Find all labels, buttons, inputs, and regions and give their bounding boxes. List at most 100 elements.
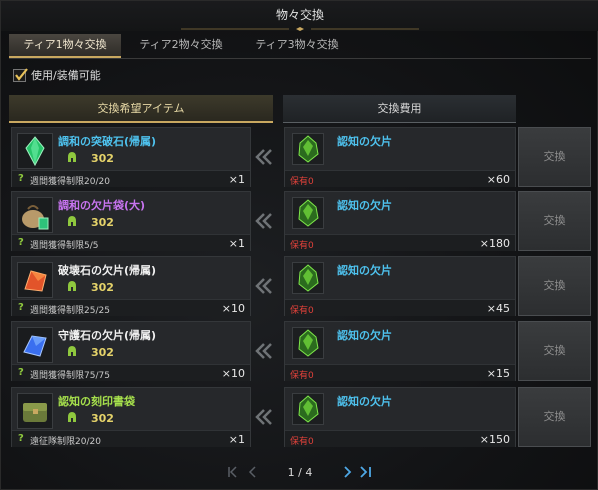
first-page-icon[interactable] [227, 466, 242, 478]
cost-item-footer: 保有0 ×180 [285, 234, 515, 251]
cost-item-name: 認知の欠片 [337, 199, 392, 212]
green-shard-icon [292, 262, 324, 294]
page-indicator: 1 / 4 [287, 465, 313, 479]
help-icon[interactable]: ? [18, 302, 24, 313]
cost-item-cell[interactable]: 認知の欠片 保有0 ×15 [284, 321, 516, 381]
cost-item-name: 認知の欠片 [337, 395, 392, 408]
prev-page-icon[interactable] [248, 466, 258, 478]
currency: 302 [67, 215, 114, 230]
helmet-icon [67, 280, 77, 295]
currency-value: 302 [91, 412, 114, 425]
exchange-button[interactable]: 交換 [518, 256, 591, 316]
wanted-item-qty: ×10 [221, 367, 245, 380]
wanted-item-footer: ? 遠征隊制限20/20 ×1 [12, 430, 250, 447]
currency-value: 302 [91, 216, 114, 229]
cost-item-footer: 保有0 ×150 [285, 430, 515, 447]
exchange-button[interactable]: 交換 [518, 191, 591, 251]
wanted-item-footer: ? 週間獲得制限20/20 ×1 [12, 170, 250, 187]
cost-item-cell[interactable]: 認知の欠片 保有0 ×180 [284, 191, 516, 251]
exchange-button[interactable]: 交換 [518, 321, 591, 381]
blue-gem-icon [17, 327, 53, 363]
cost-item-footer: 保有0 ×15 [285, 364, 515, 381]
owned-count: 保有0 [290, 371, 314, 381]
wanted-item-cell[interactable]: 認知の刻印書袋 302 ? 遠征隊制限20/20 ×1 [11, 387, 251, 447]
last-page-icon[interactable] [358, 466, 372, 478]
helmet-icon [67, 215, 77, 230]
red-gem-icon [17, 262, 53, 298]
checkmark-icon [15, 67, 28, 81]
exchange-row: 認知の刻印書袋 302 ? 遠征隊制限20/20 ×1 認知の欠片 保有0 ×1… [9, 387, 591, 447]
help-icon[interactable]: ? [18, 433, 24, 444]
cost-item-footer: 保有0 ×60 [285, 170, 515, 187]
green-shard-icon [292, 133, 324, 165]
acquisition-limit: 遠征隊制限20/20 [30, 437, 101, 447]
wanted-item-qty: ×1 [228, 433, 245, 446]
exchange-button[interactable]: 交換 [518, 127, 591, 187]
owned-count: 保有0 [290, 437, 314, 447]
helmet-icon [67, 345, 77, 360]
helmet-icon [67, 151, 77, 166]
currency-value: 302 [91, 281, 114, 294]
cost-item-name: 認知の欠片 [337, 264, 392, 277]
cost-qty: ×60 [486, 173, 510, 186]
exchange-button[interactable]: 交換 [518, 387, 591, 447]
double-chevron-left-icon [255, 343, 272, 359]
prev-nav [227, 466, 258, 478]
double-chevron-left-icon [255, 409, 272, 425]
currency-value: 302 [91, 346, 114, 359]
tab-divider [9, 58, 591, 59]
barter-window: 物々交換 ティア1物々交換 ティア2物々交換 ティア3物々交換 使用/装備可能 … [0, 0, 598, 490]
cost-item-cell[interactable]: 認知の欠片 保有0 ×60 [284, 127, 516, 187]
wanted-item-cell[interactable]: 破壊石の欠片(帰属) 302 ? 週間獲得制限25/25 ×10 [11, 256, 251, 316]
usable-filter[interactable]: 使用/装備可能 [13, 67, 101, 83]
acquisition-limit: 週間獲得制限75/75 [30, 371, 110, 381]
wanted-item-qty: ×1 [228, 237, 245, 250]
tab-tier2[interactable]: ティア2物々交換 [125, 34, 237, 58]
cost-item-name: 認知の欠片 [337, 135, 392, 148]
wanted-item-name: 調和の欠片袋(大) [58, 199, 146, 212]
acquisition-limit: 週間獲得制限20/20 [30, 177, 110, 187]
bag-icon [17, 197, 53, 233]
cost-item-cell[interactable]: 認知の欠片 保有0 ×45 [284, 256, 516, 316]
help-icon[interactable]: ? [18, 367, 24, 378]
currency: 302 [67, 345, 114, 360]
usable-filter-label: 使用/装備可能 [31, 69, 101, 82]
owned-count: 保有0 [290, 177, 314, 187]
green-shard-icon [292, 393, 324, 425]
double-chevron-left-icon [255, 149, 272, 165]
double-chevron-left-icon [255, 213, 272, 229]
exchange-row: 破壊石の欠片(帰属) 302 ? 週間獲得制限25/25 ×10 認知の欠片 保… [9, 256, 591, 316]
wanted-item-qty: ×10 [221, 302, 245, 315]
exchange-row: 守護石の欠片(帰属) 302 ? 週間獲得制限75/75 ×10 認知の欠片 保… [9, 321, 591, 381]
usable-checkbox[interactable] [13, 67, 28, 82]
wanted-item-name: 調和の突破石(帰属) [58, 135, 157, 148]
tab-tier1[interactable]: ティア1物々交換 [9, 34, 121, 58]
currency-value: 302 [91, 152, 114, 165]
green-shard-icon [292, 197, 324, 229]
wanted-item-cell[interactable]: 調和の突破石(帰属) 302 ? 週間獲得制限20/20 ×1 [11, 127, 251, 187]
wanted-item-footer: ? 週間獲得制限75/75 ×10 [12, 364, 250, 381]
help-icon[interactable]: ? [18, 173, 24, 184]
tab-tier3[interactable]: ティア3物々交換 [241, 34, 353, 58]
tab-bar: ティア1物々交換 ティア2物々交換 ティア3物々交換 [9, 34, 357, 58]
cost-item-cell[interactable]: 認知の欠片 保有0 ×150 [284, 387, 516, 447]
help-icon[interactable]: ? [18, 237, 24, 248]
owned-count: 保有0 [290, 241, 314, 251]
next-page-icon[interactable] [342, 466, 352, 478]
wanted-item-name: 破壊石の欠片(帰属) [58, 264, 157, 277]
cost-item-name: 認知の欠片 [337, 329, 392, 342]
exchange-row: 調和の欠片袋(大) 302 ? 週間獲得制限5/5 ×1 認知の欠片 保有0 ×… [9, 191, 591, 251]
acquisition-limit: 週間獲得制限25/25 [30, 306, 110, 316]
wanted-item-cell[interactable]: 調和の欠片袋(大) 302 ? 週間獲得制限5/5 ×1 [11, 191, 251, 251]
currency: 302 [67, 280, 114, 295]
helmet-icon [67, 411, 77, 426]
wanted-item-qty: ×1 [228, 173, 245, 186]
green-shard-icon [292, 327, 324, 359]
cost-qty: ×150 [479, 433, 510, 446]
currency: 302 [67, 151, 114, 166]
title-ornament [181, 27, 419, 31]
wanted-item-name: 認知の刻印書袋 [58, 395, 135, 408]
wanted-item-cell[interactable]: 守護石の欠片(帰属) 302 ? 週間獲得制限75/75 ×10 [11, 321, 251, 381]
next-nav [342, 466, 372, 478]
satchel-icon [17, 393, 53, 429]
